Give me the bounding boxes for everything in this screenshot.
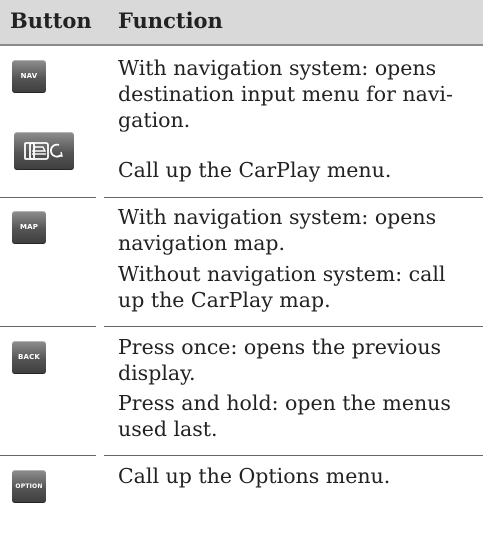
back-button: BACK [12, 341, 46, 374]
back-function-text: Press once: opens the previous display. [118, 335, 442, 385]
row-divider [0, 197, 96, 198]
carplay-button [14, 132, 74, 170]
row-divider [0, 455, 96, 456]
row-divider [104, 326, 483, 327]
back-hold-function-text: Press and hold: open the menus used last… [118, 391, 451, 441]
option-function-text: Call up the Options menu. [118, 464, 391, 488]
nav-button: NAV [12, 60, 46, 93]
map-alt-function-text: Without navigation system: call up the C… [118, 262, 446, 312]
row-divider [104, 455, 483, 456]
row-divider [104, 197, 483, 198]
nav-function-text: With navigation system: opens destinatio… [118, 56, 453, 132]
carplay-function-text: Call up the CarPlay menu. [118, 158, 392, 182]
row-text: With navigation system: opens destinatio… [118, 55, 478, 133]
carplay-icon [24, 142, 63, 160]
map-button: MAP [12, 211, 46, 244]
option-button: OPTION [12, 470, 46, 503]
table-header: Button Function [0, 0, 483, 46]
header-button-label: Button [10, 8, 92, 33]
header-function-label: Function [118, 8, 223, 33]
map-function-text: With navigation system: opens navigation… [118, 205, 437, 255]
row-divider [0, 326, 96, 327]
